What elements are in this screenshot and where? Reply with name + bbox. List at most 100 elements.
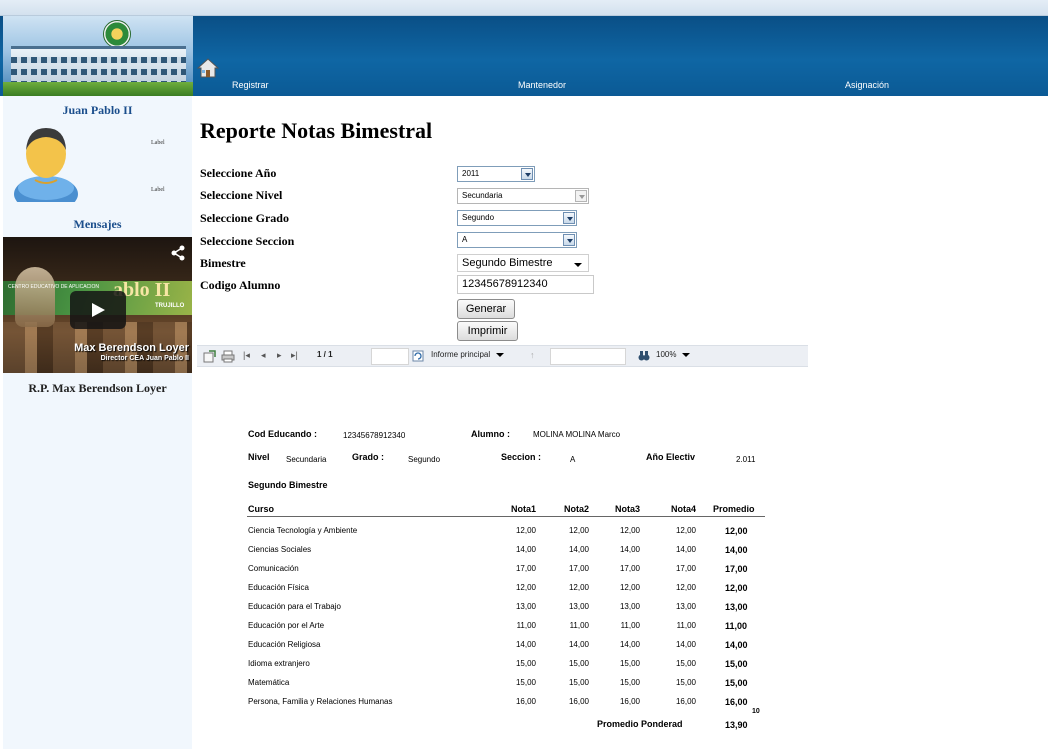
grade-cell: 14,00 xyxy=(568,640,589,649)
grade-cell: 12,00 xyxy=(568,583,589,592)
course-name-cell: Educación Religiosa xyxy=(248,640,321,649)
grade-cell: 12,00 xyxy=(568,526,589,535)
find-input[interactable] xyxy=(550,348,626,365)
weighted-average-superscript: 10 xyxy=(752,708,760,715)
grade-cell: 15,00 xyxy=(515,678,536,687)
chevron-down-icon[interactable] xyxy=(574,263,582,267)
school-logo-banner xyxy=(3,16,193,96)
grade-select[interactable]: Segundo xyxy=(457,210,577,226)
grade-cell: 12,00 xyxy=(675,583,696,592)
nav-mantenedor[interactable]: Mantenedor xyxy=(518,80,566,90)
school-name: Juan Pablo II xyxy=(62,103,133,117)
print-button[interactable]: Imprimir xyxy=(457,321,518,341)
col-header-nota2: Nota2 xyxy=(563,504,589,514)
next-page-icon[interactable]: ▸ xyxy=(277,350,282,361)
chevron-down-icon[interactable] xyxy=(521,168,533,180)
header-rule xyxy=(247,516,765,517)
grade-cell: 15,00 xyxy=(568,659,589,668)
video-player[interactable]: CENTRO EDUCATIVO DE APLICACION ablo II T… xyxy=(3,237,192,373)
grade-cell: 14,00 xyxy=(675,545,696,554)
last-page-icon[interactable]: ▸| xyxy=(291,350,298,361)
grade-label: Seleccione Grado xyxy=(200,211,289,225)
grade-cell: 13,00 xyxy=(675,602,696,611)
col-header-nota4: Nota4 xyxy=(670,504,696,514)
video-person-image xyxy=(15,267,55,327)
report-viewer-toolbar: |◂ ◂ ▸ ▸| 1 / 1 Informe principal ↑ 100% xyxy=(197,345,808,367)
chevron-down-icon[interactable] xyxy=(575,190,587,202)
chevron-down-icon[interactable] xyxy=(563,234,575,246)
student-code-label: Codigo Alumno xyxy=(200,278,281,292)
average-cell: 11,00 xyxy=(725,621,748,631)
chevron-down-icon[interactable] xyxy=(496,352,505,357)
browser-top-strip xyxy=(0,0,1048,16)
grade-cell: 17,00 xyxy=(515,564,536,573)
average-cell: 13,00 xyxy=(725,602,748,612)
col-header-promedio: Promedio xyxy=(713,504,755,514)
section-select[interactable]: A xyxy=(457,232,577,248)
student-value: MOLINA MOLINA Marco xyxy=(533,430,621,439)
average-cell: 15,00 xyxy=(725,659,748,669)
nav-registrar[interactable]: Registrar xyxy=(232,80,269,90)
year-select-value: 2011 xyxy=(462,169,480,178)
export-icon[interactable] xyxy=(203,350,216,363)
chevron-down-icon[interactable] xyxy=(682,352,691,357)
generate-button[interactable]: Generar xyxy=(457,299,515,319)
grade-cell: 12,00 xyxy=(619,583,640,592)
year-label: Seleccione Año xyxy=(200,166,277,180)
user-label-2: Label xyxy=(151,187,165,193)
report-select[interactable]: Informe principal xyxy=(431,350,505,359)
messages-title: Mensajes xyxy=(73,217,122,231)
section-report-label: Seccion : xyxy=(501,452,542,462)
col-header-nota3: Nota3 xyxy=(614,504,640,514)
binoculars-icon[interactable] xyxy=(638,350,650,362)
previous-page-icon[interactable]: ◂ xyxy=(261,350,266,361)
average-cell: 14,00 xyxy=(725,545,748,555)
home-icon[interactable] xyxy=(197,58,219,78)
grade-cell: 15,00 xyxy=(619,659,640,668)
average-cell: 16,00 xyxy=(725,697,748,707)
grade-cell: 11,00 xyxy=(516,621,536,630)
level-label: Seleccione Nivel xyxy=(200,188,283,202)
level-select[interactable]: Secundaria xyxy=(457,188,589,204)
play-button-icon[interactable] xyxy=(70,291,126,329)
page-indicator: 1 / 1 xyxy=(317,350,333,359)
level-report-label: Nivel xyxy=(248,452,270,462)
level-report-value: Secundaria xyxy=(286,455,327,464)
year-select[interactable]: 2011 xyxy=(457,166,535,182)
weighted-average-value: 13,90 xyxy=(725,720,748,730)
up-arrow-icon[interactable]: ↑ xyxy=(530,350,535,360)
page-number-input[interactable] xyxy=(371,348,409,365)
year-report-label: Año Electiv xyxy=(646,452,696,462)
bimester-select[interactable]: Segundo Bimestre xyxy=(457,254,589,272)
student-code-input[interactable]: 12345678912340 xyxy=(457,275,594,294)
col-header-nota1: Nota1 xyxy=(510,504,536,514)
year-report-value: 2.011 xyxy=(736,455,756,464)
nav-asignacion[interactable]: Asignación xyxy=(845,80,889,90)
refresh-icon[interactable] xyxy=(412,350,424,362)
grade-cell: 17,00 xyxy=(675,564,696,573)
average-cell: 12,00 xyxy=(725,583,748,593)
grade-cell: 11,00 xyxy=(620,621,640,630)
cod-label: Cod Educando : xyxy=(248,429,317,439)
average-cell: 17,00 xyxy=(725,564,748,574)
zoom-select[interactable]: 100% xyxy=(656,350,691,359)
grade-cell: 14,00 xyxy=(515,640,536,649)
section-select-value: A xyxy=(462,235,468,244)
course-name-cell: Persona, Familia y Relaciones Humanas xyxy=(248,697,393,706)
level-select-value: Secundaria xyxy=(462,191,503,200)
bimester-label: Bimestre xyxy=(200,256,246,270)
course-name-cell: Educación Física xyxy=(248,583,309,592)
school-seal-icon xyxy=(103,20,131,48)
grade-cell: 17,00 xyxy=(568,564,589,573)
printer-icon[interactable] xyxy=(221,350,235,363)
share-icon[interactable] xyxy=(170,245,186,261)
grade-cell: 15,00 xyxy=(568,678,589,687)
grade-cell: 17,00 xyxy=(619,564,640,573)
grade-select-value: Segundo xyxy=(462,213,495,222)
chevron-down-icon[interactable] xyxy=(563,212,575,224)
first-page-icon[interactable]: |◂ xyxy=(243,350,250,361)
site-header: Registrar Mantenedor Asignación xyxy=(0,16,1048,96)
grade-cell: 15,00 xyxy=(619,678,640,687)
sidebar: Juan Pablo II Label Label Mensajes CENTR… xyxy=(3,96,192,749)
page-title: Reporte Notas Bimestral xyxy=(200,118,433,143)
